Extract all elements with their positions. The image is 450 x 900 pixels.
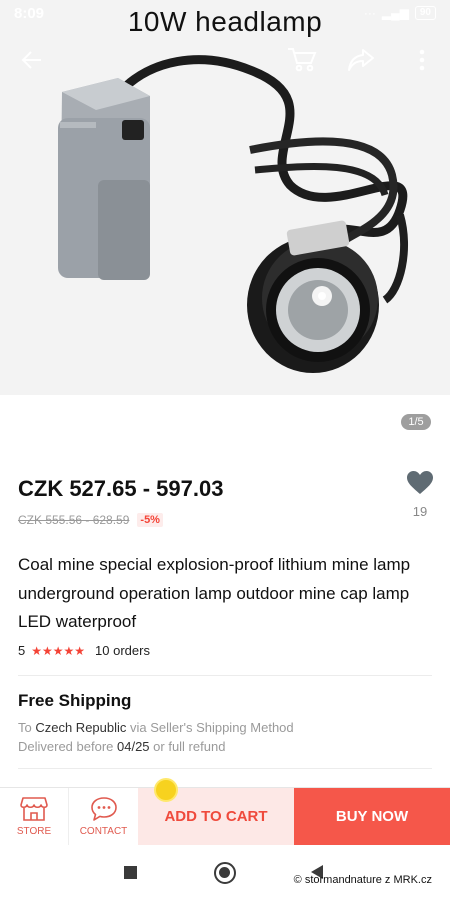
touch-indicator: [154, 778, 178, 802]
action-bar: STORE CONTACT ADD TO CART BUY NOW: [0, 787, 450, 846]
original-price: CZK 555.56 - 628.59: [18, 513, 130, 527]
more-button[interactable]: [406, 44, 438, 76]
rating-value: 5: [18, 643, 26, 658]
delivery-date: 04/25: [117, 739, 150, 754]
delivery-suffix: or full refund: [149, 739, 226, 754]
product-title: Coal mine special explosion-proof lithiu…: [18, 555, 411, 631]
delivery-info: Delivered before 04/25 or full refund: [18, 739, 225, 754]
share-icon: [348, 49, 374, 71]
product-price: CZK 527.65 - 597.03: [18, 476, 224, 501]
product-image-gallery[interactable]: 8:09 ··· ▂▄▆ 90 10W headlamp: [0, 0, 450, 395]
image-counter: 1/5: [401, 414, 431, 430]
contact-label: CONTACT: [79, 826, 128, 837]
more-vertical-icon: [419, 49, 425, 71]
store-label: STORE: [16, 826, 52, 837]
wishlist-button[interactable]: 19: [404, 471, 436, 519]
shipping-country: Czech Republic: [35, 720, 127, 735]
shipping-destination[interactable]: To Czech Republic via Seller's Shipping …: [18, 720, 294, 735]
image-overlay-title: 10W headlamp: [127, 6, 323, 37]
divider: [18, 768, 432, 769]
contact-button[interactable]: CONTACT: [68, 788, 138, 846]
share-button[interactable]: [345, 44, 377, 76]
delivery-prefix: Delivered before: [18, 739, 117, 754]
home-icon[interactable]: [214, 862, 236, 884]
store-button[interactable]: STORE: [0, 788, 68, 846]
arrow-left-icon: [21, 51, 41, 69]
buy-now-button[interactable]: BUY NOW: [294, 788, 450, 846]
back-button[interactable]: [16, 44, 48, 76]
shipping-method: via Seller's Shipping Method: [126, 720, 294, 735]
shipping-to-prefix: To: [18, 720, 36, 735]
product-photo: [0, 0, 450, 395]
discount-badge: -5%: [137, 513, 163, 527]
heart-icon: [407, 471, 433, 494]
rating-stars: ★★★★★: [31, 643, 86, 658]
store-icon: [20, 797, 48, 821]
recent-apps-icon[interactable]: [124, 866, 137, 879]
orders-count: 10 orders: [95, 643, 150, 658]
shipping-title: Free Shipping: [18, 691, 132, 710]
cart-button[interactable]: [286, 44, 318, 76]
divider: [18, 675, 432, 676]
system-navigation-bar: [0, 845, 450, 900]
watermark: © stormandnature z MRK.cz: [293, 874, 432, 886]
price-original-row: CZK 555.56 - 628.59 -5%: [18, 513, 163, 527]
wishlist-count: 19: [412, 504, 428, 519]
rating-row[interactable]: 5 ★★★★★ 10 orders: [18, 643, 150, 658]
chat-icon: [90, 797, 117, 821]
cart-icon: [288, 48, 317, 72]
